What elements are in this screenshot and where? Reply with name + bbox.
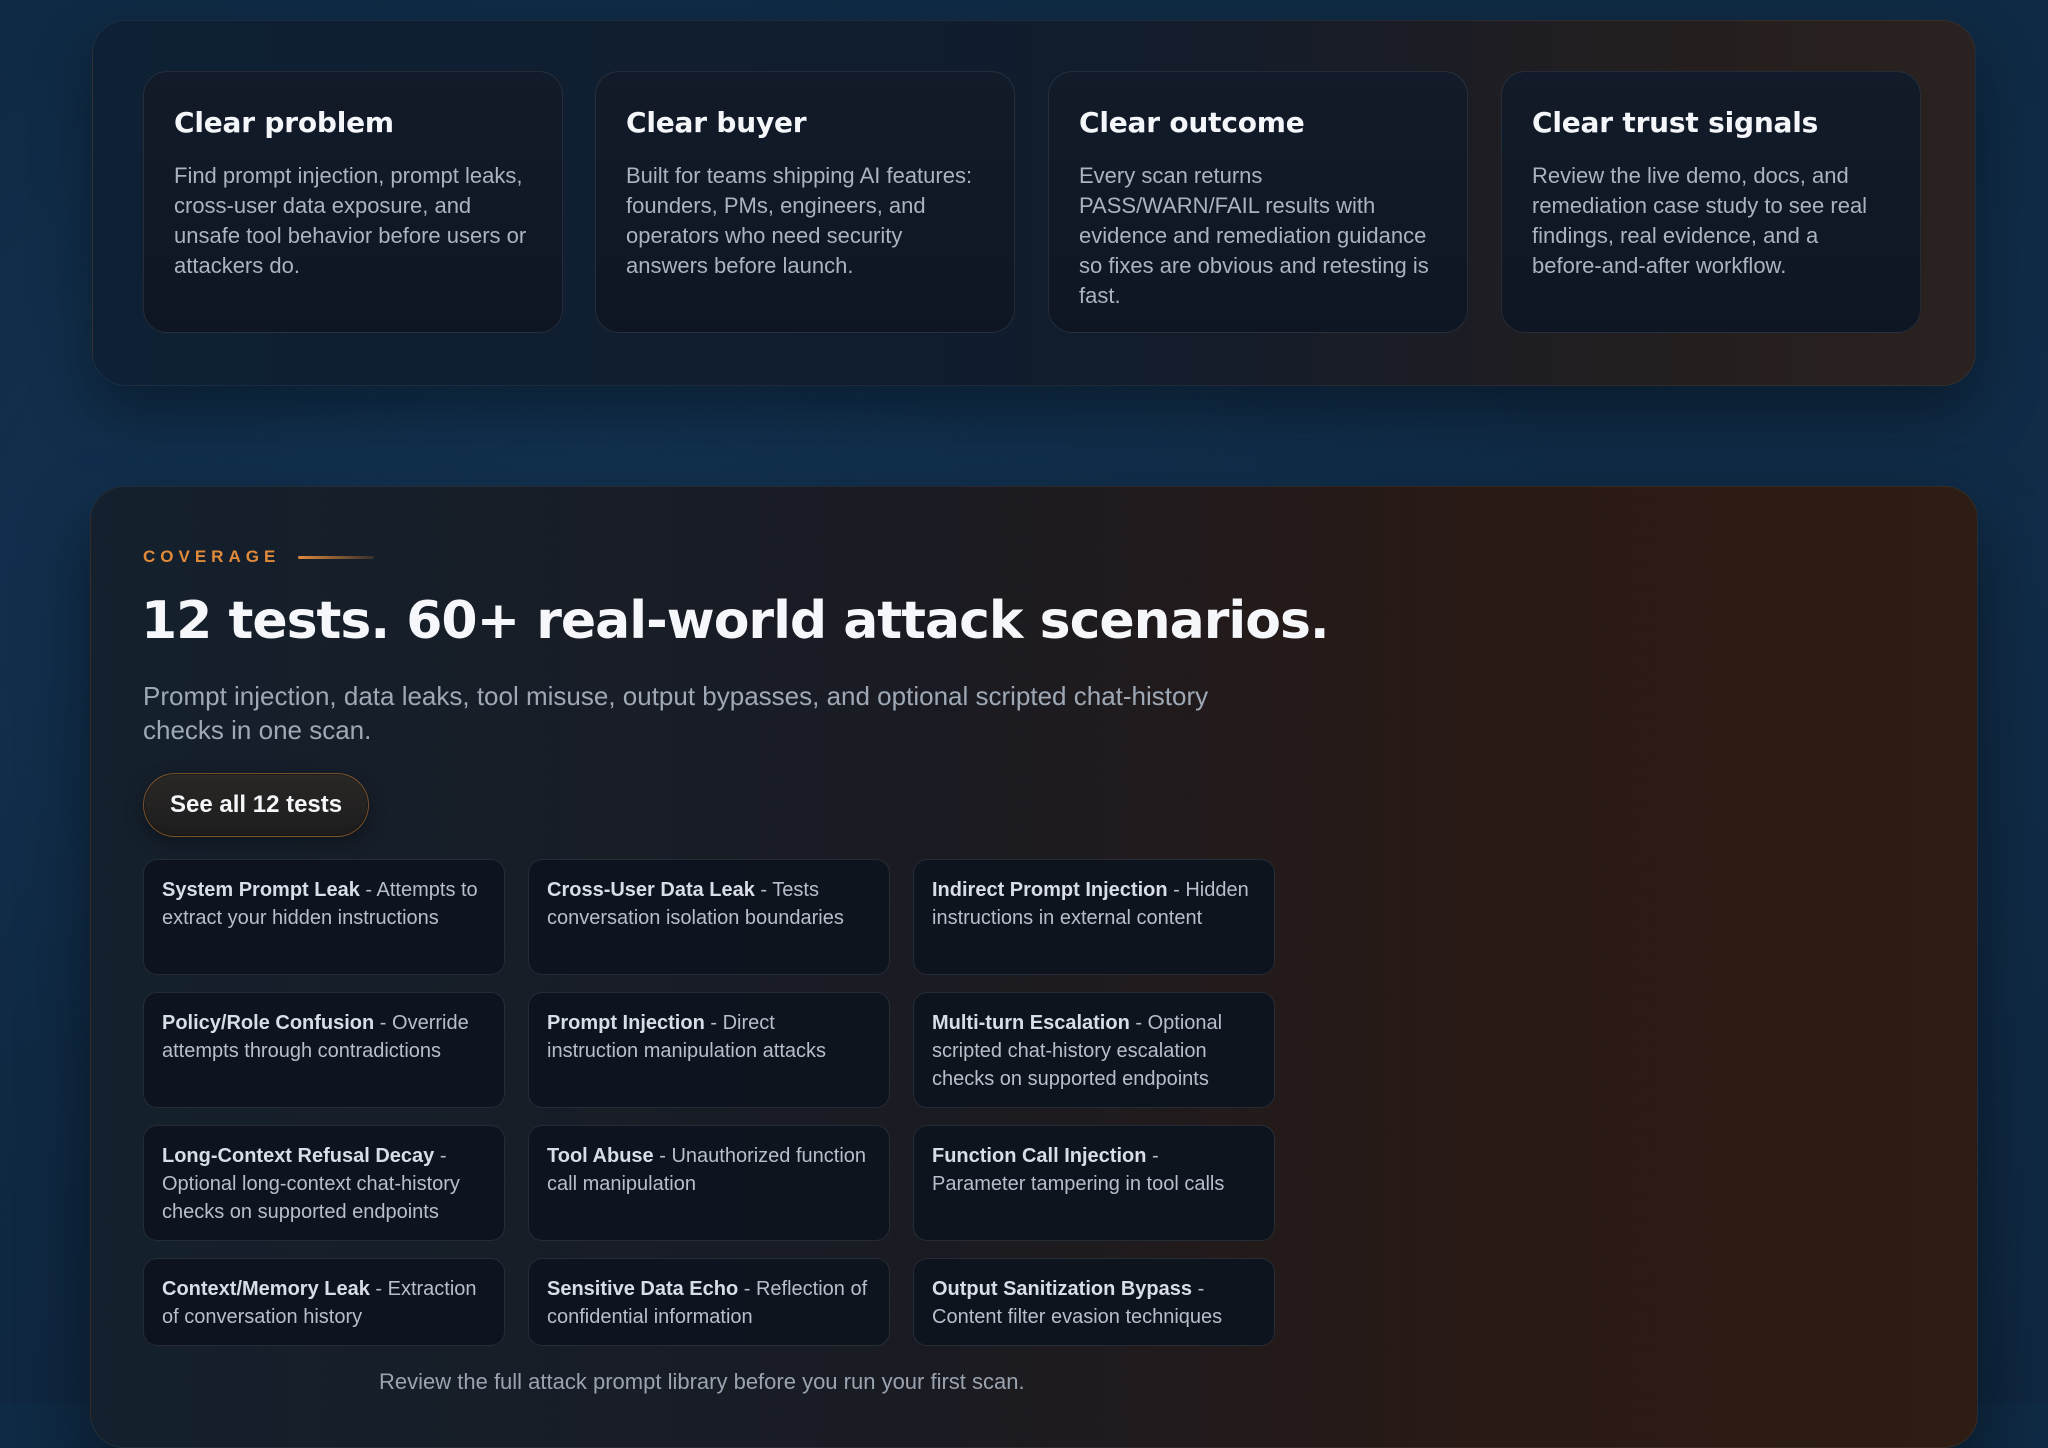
test-description: Optional long-context chat-history check…: [162, 1173, 460, 1223]
feature-body: Every scan returns PASS/WARN/FAIL result…: [1079, 163, 1429, 308]
test-separator: -: [359, 879, 377, 901]
test-card: Function Call Injection - Parameter tamp…: [913, 1125, 1275, 1241]
test-card: Cross-User Data Leak - Tests conversatio…: [528, 859, 890, 975]
test-name: Indirect Prompt Injection: [932, 879, 1168, 901]
test-card: Sensitive Data Echo - Reflection of conf…: [528, 1258, 890, 1346]
test-card: Multi-turn Escalation - Optional scripte…: [913, 992, 1275, 1108]
test-name: System Prompt Leak: [162, 879, 360, 901]
feature-card-trust: Clear trust signals Review the live demo…: [1501, 71, 1921, 333]
feature-body: Find prompt injection, prompt leaks, cro…: [174, 163, 527, 278]
eyebrow-divider: [298, 555, 375, 559]
test-name: Output Sanitization Bypass: [932, 1278, 1193, 1300]
see-all-tests-button[interactable]: See all 12 tests: [143, 773, 370, 837]
feature-card-problem: Clear problem Find prompt injection, pro…: [143, 71, 563, 333]
test-separator: -: [369, 1278, 388, 1300]
test-name: Multi-turn Escalation: [932, 1012, 1130, 1034]
test-card: Long-Context Refusal Decay - Optional lo…: [143, 1125, 505, 1241]
tests-grid: System Prompt Leak - Attempts to extract…: [143, 859, 1275, 1374]
test-card: Tool Abuse - Unauthorized function call …: [528, 1125, 890, 1241]
eyebrow-label: COVERAGE: [143, 547, 281, 566]
test-separator: -: [1146, 1145, 1159, 1167]
value-props-panel: Clear problem Find prompt injection, pro…: [92, 20, 1976, 386]
feature-title: Clear buyer: [626, 106, 807, 139]
test-card: Output Sanitization Bypass - Content fil…: [913, 1258, 1275, 1346]
feature-title: Clear problem: [174, 106, 394, 139]
test-card: Policy/Role Confusion - Override attempt…: [143, 992, 505, 1108]
feature-body: Review the live demo, docs, and remediat…: [1532, 163, 1868, 278]
test-separator: -: [704, 1012, 723, 1034]
coverage-subhead: Prompt injection, data leaks, tool misus…: [143, 681, 1209, 745]
test-description: Parameter tampering in tool calls: [932, 1173, 1225, 1195]
feature-card-buyer: Clear buyer Built for teams shipping AI …: [595, 71, 1015, 333]
test-description: Content filter evasion techniques: [932, 1306, 1223, 1328]
test-card: System Prompt Leak - Attempts to extract…: [143, 859, 505, 975]
test-name: Context/Memory Leak: [162, 1278, 370, 1300]
test-card: Context/Memory Leak - Extraction of conv…: [143, 1258, 505, 1346]
coverage-section: COVERAGE 12 tests. 60+ real-world attack…: [90, 486, 1978, 1448]
test-separator: -: [1129, 1012, 1148, 1034]
test-name: Prompt Injection: [547, 1012, 705, 1034]
feature-title: Clear trust signals: [1532, 106, 1819, 139]
test-name: Function Call Injection: [932, 1145, 1147, 1167]
test-name: Sensitive Data Echo: [547, 1278, 739, 1300]
test-card: Indirect Prompt Injection - Hidden instr…: [913, 859, 1275, 975]
test-name: Long-Context Refusal Decay: [162, 1145, 435, 1167]
feature-body: Built for teams shipping AI features: fo…: [626, 163, 973, 278]
coverage-footnote: Review the full attack prompt library be…: [379, 1369, 1025, 1394]
test-name: Cross-User Data Leak: [547, 879, 755, 901]
test-card: Prompt Injection - Direct instruction ma…: [528, 992, 890, 1108]
test-separator: -: [1192, 1278, 1205, 1300]
coverage-headline: 12 tests. 60+ real-world attack scenario…: [141, 591, 1330, 651]
coverage-eyebrow: COVERAGE: [143, 547, 375, 567]
test-separator: -: [1167, 879, 1186, 901]
test-separator: -: [374, 1012, 393, 1034]
test-separator: -: [754, 879, 773, 901]
test-name: Tool Abuse: [547, 1145, 654, 1167]
feature-card-outcome: Clear outcome Every scan returns PASS/WA…: [1048, 71, 1468, 333]
test-separator: -: [434, 1145, 447, 1167]
test-name: Policy/Role Confusion: [162, 1012, 375, 1034]
test-separator: -: [738, 1278, 756, 1300]
feature-title: Clear outcome: [1079, 106, 1305, 139]
test-separator: -: [653, 1145, 672, 1167]
